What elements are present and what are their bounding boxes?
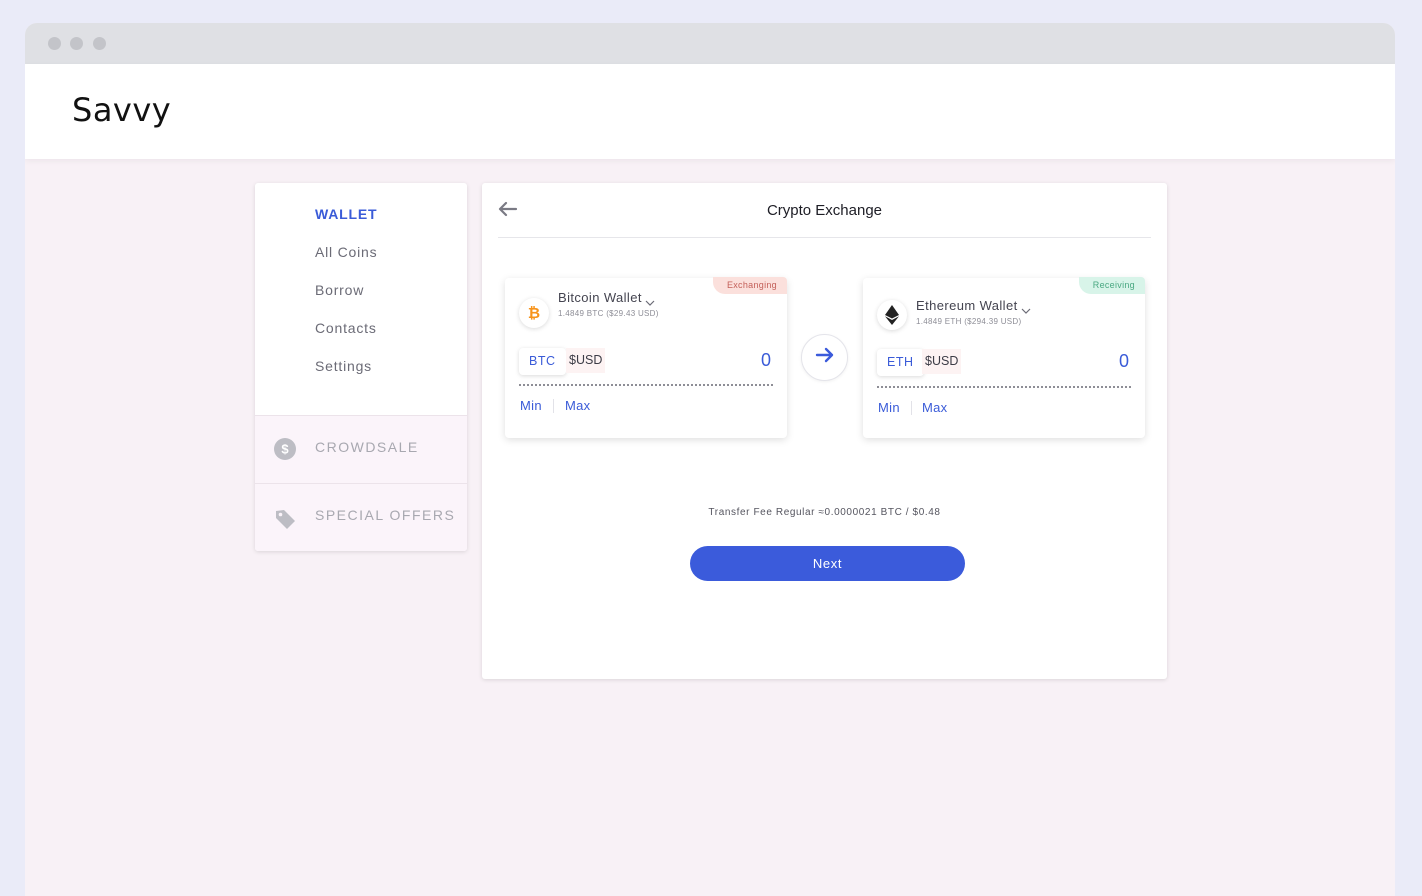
chevron-down-icon <box>1021 303 1031 314</box>
tag-icon <box>274 508 296 530</box>
max-button[interactable]: Max <box>565 398 590 413</box>
exchange-panel: Crypto Exchange Exchanging ₿ Bitcoin Wal… <box>482 183 1167 679</box>
amount-input[interactable] <box>651 346 771 374</box>
ethereum-icon <box>877 300 907 330</box>
transfer-fee-text: Transfer Fee Regular ≈0.0000021 BTC / $0… <box>708 507 941 518</box>
sidebar-item-wallet[interactable]: WALLET <box>315 206 377 222</box>
min-max-divider <box>553 399 554 413</box>
svg-text:₿: ₿ <box>528 304 540 322</box>
sidebar-section-crowdsale[interactable]: $ CROWDSALE <box>255 415 467 483</box>
chevron-down-icon <box>645 295 655 306</box>
sidebar-item-borrow[interactable]: Borrow <box>315 282 364 298</box>
currency-toggle-usd[interactable]: $USD <box>566 348 606 373</box>
app-header: Savvy <box>25 64 1395 159</box>
next-button[interactable]: Next <box>690 546 965 581</box>
dollar-coin-icon: $ <box>274 438 296 460</box>
min-button[interactable]: Min <box>878 400 900 415</box>
arrow-right-icon <box>815 347 835 368</box>
sidebar-section-label: CROWDSALE <box>315 439 419 455</box>
receiving-badge: Receiving <box>1078 277 1145 294</box>
amount-input[interactable] <box>1009 347 1129 375</box>
wallet-selector[interactable]: Ethereum Wallet <box>916 298 1031 314</box>
amount-underline <box>519 384 773 386</box>
max-button[interactable]: Max <box>922 400 947 415</box>
svg-text:$: $ <box>281 442 289 457</box>
wallet-name-label: Ethereum Wallet <box>916 298 1018 313</box>
wallet-name-label: Bitcoin Wallet <box>558 290 642 305</box>
bitcoin-icon: ₿ <box>519 298 549 328</box>
window-minimize-dot[interactable] <box>70 37 83 50</box>
min-max-divider <box>911 401 912 415</box>
window-maximize-dot[interactable] <box>93 37 106 50</box>
sidebar-item-settings[interactable]: Settings <box>315 358 372 374</box>
sidebar-item-all-coins[interactable]: All Coins <box>315 244 377 260</box>
sidebar: WALLET All Coins Borrow Contacts Setting… <box>255 183 467 551</box>
amount-underline <box>877 386 1131 388</box>
sidebar-section-special-offers[interactable]: SPECIAL OFFERS <box>255 483 467 551</box>
window-close-dot[interactable] <box>48 37 61 50</box>
swap-direction-button[interactable] <box>801 334 848 381</box>
min-button[interactable]: Min <box>520 398 542 413</box>
brand-logo[interactable]: Savvy <box>72 91 171 129</box>
currency-toggle-usd[interactable]: $USD <box>922 349 962 374</box>
sidebar-section-label: SPECIAL OFFERS <box>315 507 456 523</box>
browser-window: Savvy WALLET All Coins Borrow Contacts S… <box>25 23 1395 896</box>
sidebar-item-contacts[interactable]: Contacts <box>315 320 377 336</box>
wallet-balance: 1.4849 BTC ($29.43 USD) <box>558 309 659 318</box>
wallet-selector[interactable]: Bitcoin Wallet <box>558 290 655 306</box>
page-title: Crypto Exchange <box>766 202 883 219</box>
to-wallet-card: Receiving Ethereum Wallet 1.4849 ETH ($2… <box>863 277 1145 438</box>
currency-toggle-btc[interactable]: BTC <box>519 348 566 375</box>
title-divider <box>498 237 1151 238</box>
from-wallet-card: Exchanging ₿ Bitcoin Wallet 1.4849 BTC (… <box>505 277 787 438</box>
window-titlebar <box>25 23 1395 64</box>
wallet-balance: 1.4849 ETH ($294.39 USD) <box>916 317 1022 326</box>
exchanging-badge: Exchanging <box>712 277 787 294</box>
currency-toggle-eth[interactable]: ETH <box>877 349 924 376</box>
